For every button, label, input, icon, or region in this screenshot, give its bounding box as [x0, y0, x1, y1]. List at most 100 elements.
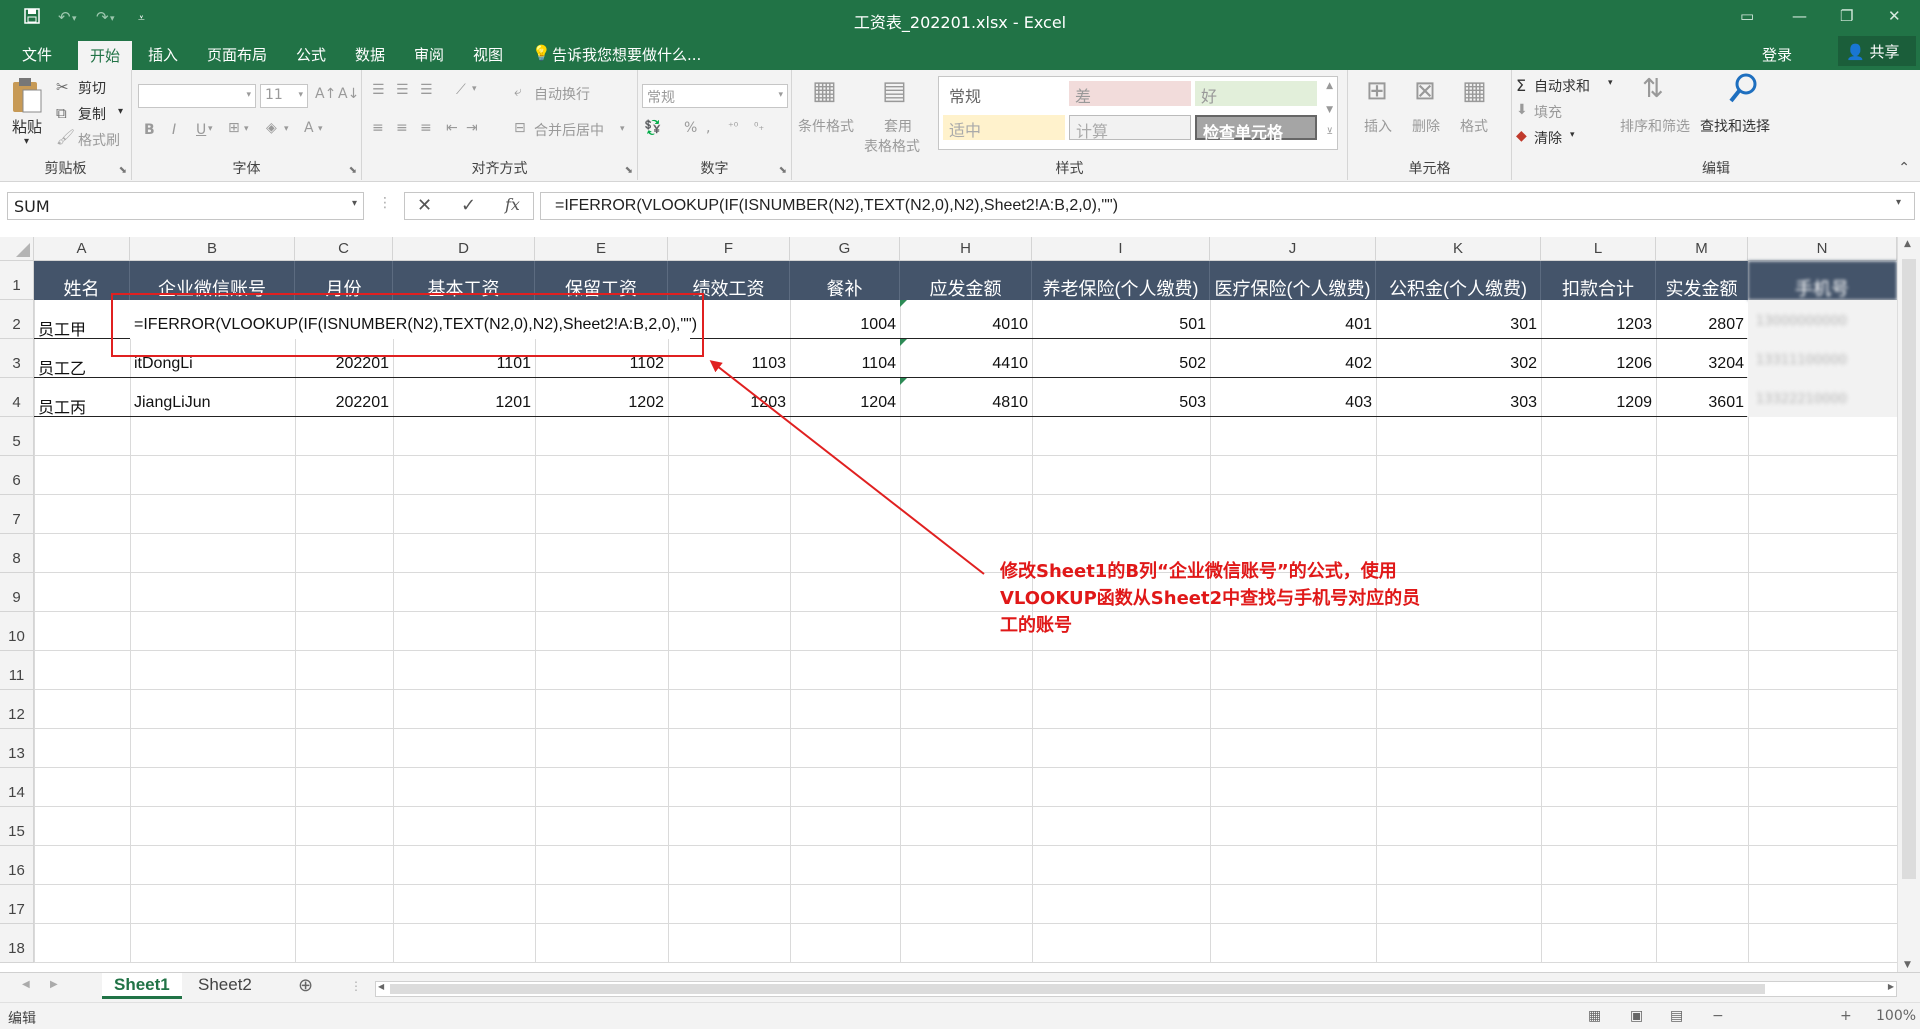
- tab-split-grip-icon[interactable]: ⋮: [350, 979, 362, 993]
- style-bad[interactable]: 差: [1069, 81, 1191, 106]
- row-header-13[interactable]: 13: [0, 729, 34, 768]
- cell-k3[interactable]: 302: [1376, 339, 1541, 378]
- style-check-cell[interactable]: 检查单元格: [1195, 115, 1317, 142]
- cell-l4[interactable]: 1209: [1541, 378, 1656, 417]
- column-header-g[interactable]: G: [790, 237, 900, 261]
- cancel-icon[interactable]: ✕: [417, 195, 432, 216]
- column-header-i[interactable]: I: [1032, 237, 1210, 261]
- page-break-view-icon[interactable]: ▤: [1670, 1008, 1683, 1024]
- cell-b4[interactable]: JiangLiJun: [130, 378, 295, 417]
- cell-l3[interactable]: 1206: [1541, 339, 1656, 378]
- gallery-up-icon[interactable]: ▲: [1326, 81, 1333, 91]
- number-format-combo[interactable]: 常规 ▾: [642, 84, 788, 108]
- autosum-dropdown-icon[interactable]: ▾: [1608, 78, 1613, 88]
- font-color-dropdown-icon[interactable]: ▾: [318, 124, 323, 134]
- align-middle-icon[interactable]: ☰: [396, 82, 409, 98]
- cut-button[interactable]: 剪切: [78, 78, 106, 98]
- decrease-decimal-icon[interactable]: ⁰₊: [754, 120, 764, 133]
- cell-e4[interactable]: 1202: [535, 378, 668, 417]
- phone-cell-blurred[interactable]: 13311100000: [1748, 339, 1897, 378]
- increase-indent-icon[interactable]: ⇥: [466, 120, 478, 136]
- font-launcher-icon[interactable]: ⬊: [349, 165, 357, 176]
- format-painter-icon[interactable]: 🖌: [56, 128, 75, 146]
- format-cells-icon[interactable]: ▦: [1462, 76, 1487, 106]
- expand-formula-bar-icon[interactable]: ▾: [1896, 197, 1901, 208]
- tab-file[interactable]: 文件: [22, 44, 52, 65]
- name-box-dropdown-icon[interactable]: ▾: [352, 198, 357, 209]
- prev-sheet-icon[interactable]: ◀: [22, 979, 30, 990]
- italic-button[interactable]: I: [172, 122, 176, 138]
- fill-icon[interactable]: ⬇: [1516, 102, 1528, 118]
- sort-filter-button[interactable]: 排序和筛选: [1620, 116, 1690, 136]
- cut-icon[interactable]: ✂: [56, 78, 69, 96]
- fill-color-icon[interactable]: ◈: [266, 120, 277, 136]
- increase-decimal-icon[interactable]: ⁺⁰: [728, 120, 738, 133]
- cell-c4[interactable]: 202201: [295, 378, 393, 417]
- cell-h2[interactable]: 4010: [900, 300, 1032, 339]
- cell-i3[interactable]: 502: [1032, 339, 1210, 378]
- zoom-in-icon[interactable]: +: [1840, 1008, 1852, 1024]
- phone-cell-blurred[interactable]: 13000000000: [1748, 300, 1897, 339]
- row-header-2[interactable]: 2: [0, 300, 34, 339]
- sheet-tab-sheet2[interactable]: Sheet2: [186, 973, 264, 999]
- column-header-e[interactable]: E: [535, 237, 668, 261]
- delete-cells-button[interactable]: 删除: [1412, 116, 1440, 136]
- align-left-icon[interactable]: ≡: [372, 120, 384, 136]
- cell-k2[interactable]: 301: [1376, 300, 1541, 339]
- cell-k4[interactable]: 303: [1376, 378, 1541, 417]
- clear-icon[interactable]: ◆: [1516, 128, 1527, 144]
- row-header-5[interactable]: 5: [0, 417, 34, 456]
- scroll-right-icon[interactable]: ▶: [1888, 982, 1894, 991]
- tab-view[interactable]: 视图: [473, 44, 503, 65]
- vertical-scroll-thumb[interactable]: [1902, 259, 1916, 879]
- row-header-11[interactable]: 11: [0, 651, 34, 690]
- gallery-more-icon[interactable]: ⊻: [1326, 127, 1333, 137]
- underline-button[interactable]: U: [196, 122, 206, 138]
- clipboard-launcher-icon[interactable]: ⬊: [119, 165, 127, 176]
- sheet-tab-sheet1[interactable]: Sheet1: [102, 973, 182, 999]
- insert-cells-button[interactable]: 插入: [1364, 116, 1392, 136]
- row-header-14[interactable]: 14: [0, 768, 34, 807]
- paste-dropdown-icon[interactable]: ▾: [24, 136, 29, 147]
- copy-button[interactable]: 复制: [78, 104, 106, 124]
- merge-dropdown-icon[interactable]: ▾: [620, 124, 625, 134]
- find-select-button[interactable]: 查找和选择: [1700, 116, 1770, 136]
- zoom-out-icon[interactable]: −: [1712, 1008, 1724, 1024]
- cell-l2[interactable]: 1203: [1541, 300, 1656, 339]
- ribbon-display-icon[interactable]: ▭: [1740, 7, 1754, 25]
- minimize-icon[interactable]: —: [1792, 7, 1807, 25]
- name-box[interactable]: SUM ▾: [7, 192, 364, 220]
- decrease-indent-icon[interactable]: ⇤: [446, 120, 458, 136]
- cell-m2[interactable]: 2807: [1656, 300, 1748, 339]
- cell-h4[interactable]: 4810: [900, 378, 1032, 417]
- next-sheet-icon[interactable]: ▶: [50, 979, 58, 990]
- phone-cell-blurred[interactable]: 13322210000: [1748, 378, 1897, 417]
- font-name-combo[interactable]: ▾: [138, 84, 256, 108]
- scroll-down-icon[interactable]: ▼: [1904, 960, 1911, 970]
- scroll-up-icon[interactable]: ▲: [1904, 239, 1911, 249]
- horizontal-scroll-thumb[interactable]: [390, 984, 1765, 994]
- clear-button[interactable]: 清除: [1534, 128, 1562, 148]
- column-header-d[interactable]: D: [393, 237, 535, 261]
- cell-d4[interactable]: 1201: [393, 378, 535, 417]
- gallery-down-icon[interactable]: ▼: [1326, 105, 1333, 115]
- row-header-18[interactable]: 18: [0, 924, 34, 963]
- column-header-c[interactable]: C: [295, 237, 393, 261]
- cell-g4[interactable]: 1204: [790, 378, 900, 417]
- font-color-icon[interactable]: A: [304, 120, 314, 136]
- insert-cells-icon[interactable]: ⊞: [1366, 76, 1388, 106]
- conditional-format-icon[interactable]: ▦: [812, 76, 837, 106]
- table-format-button-line2[interactable]: 表格格式: [864, 136, 920, 156]
- header-cell-l[interactable]: 扣款合计: [1541, 261, 1656, 300]
- copy-icon[interactable]: ⧉: [56, 104, 67, 122]
- style-normal[interactable]: 常规: [943, 81, 1065, 106]
- row-header-7[interactable]: 7: [0, 495, 34, 534]
- orientation-dropdown-icon[interactable]: ▾: [472, 84, 477, 94]
- border-icon[interactable]: ⊞: [228, 120, 240, 136]
- row-header-15[interactable]: 15: [0, 807, 34, 846]
- row-header-10[interactable]: 10: [0, 612, 34, 651]
- column-header-n[interactable]: N: [1748, 237, 1897, 261]
- header-cell-g[interactable]: 餐补: [790, 261, 900, 300]
- row-header-9[interactable]: 9: [0, 573, 34, 612]
- bold-button[interactable]: B: [144, 122, 155, 138]
